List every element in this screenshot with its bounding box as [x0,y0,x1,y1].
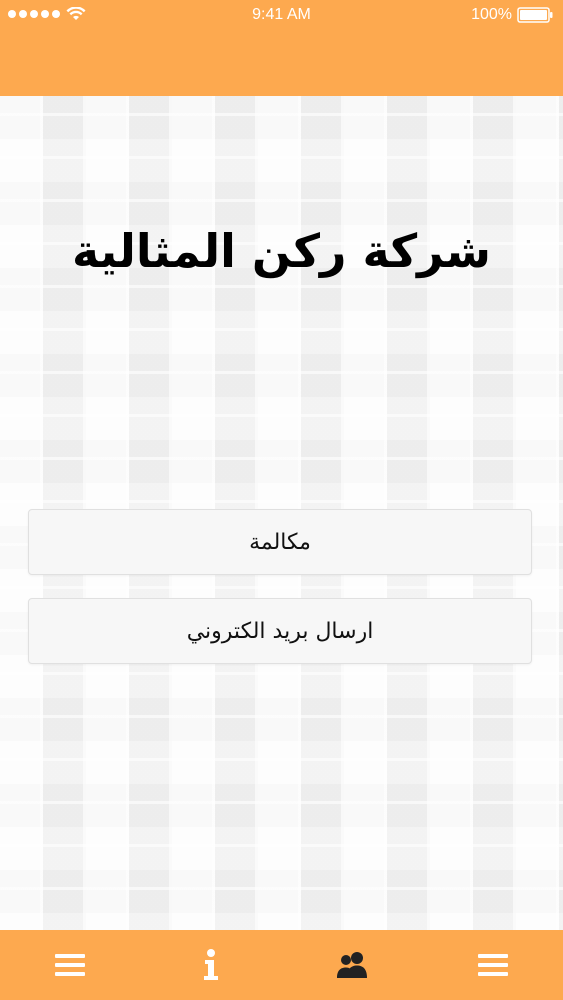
main-content: شركة ركن المثالية مكالمة ارسال بريد الكت… [0,96,563,930]
tab-info[interactable] [141,930,282,1000]
menu-icon [55,954,86,976]
tab-menu-left[interactable] [0,930,141,1000]
battery-icon [517,7,553,23]
battery-percent: 100% [471,6,512,23]
page-title: شركة ركن المثالية [71,224,492,278]
tab-bar [0,930,563,1000]
info-icon [204,949,219,980]
status-right: 100% [471,6,553,24]
call-button[interactable]: مكالمة [28,509,532,575]
menu-icon [477,954,508,976]
tab-users[interactable] [282,930,423,1000]
send-email-button[interactable]: ارسال بريد الكتروني [28,598,532,664]
status-bar: 9:41 AM 100% [0,0,563,32]
header-bar [0,32,563,96]
users-icon [336,952,367,978]
tab-menu-right[interactable] [422,930,563,1000]
